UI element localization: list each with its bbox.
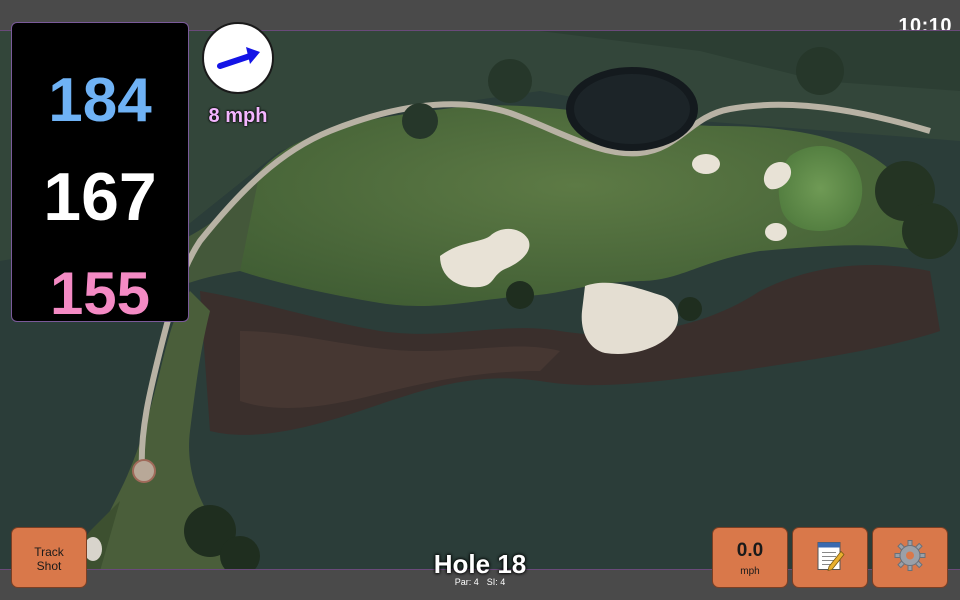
track-shot-label-line2: Shot — [36, 559, 62, 573]
speed-value: 0.0 — [736, 540, 764, 561]
settings-button[interactable] — [872, 527, 948, 588]
hole-meta: Par: 4 SI: 4 — [380, 577, 580, 587]
wind-direction-indicator — [202, 22, 274, 94]
front-distance: 155 — [49, 260, 151, 327]
scorecard-notes-button[interactable] — [792, 527, 868, 588]
back-distance: 184 — [48, 66, 152, 135]
speed-unit: mph — [740, 566, 760, 577]
arrow-icon — [217, 47, 260, 69]
speed-button[interactable]: 0.0 mph — [712, 527, 788, 588]
distance-panel: 184 167 155 — [11, 22, 189, 327]
gear-icon — [894, 539, 926, 576]
track-shot-label-line1: Track — [34, 545, 64, 559]
track-shot-button[interactable]: Track Shot — [11, 527, 87, 588]
wind-speed: 8 mph — [208, 105, 268, 127]
hole-par: Par: 4 — [454, 577, 479, 587]
notepad-icon — [815, 539, 845, 576]
hole-stroke-index: SI: 4 — [486, 577, 506, 587]
center-distance: 167 — [43, 159, 157, 235]
hole-title: Hole 18 — [433, 549, 527, 579]
